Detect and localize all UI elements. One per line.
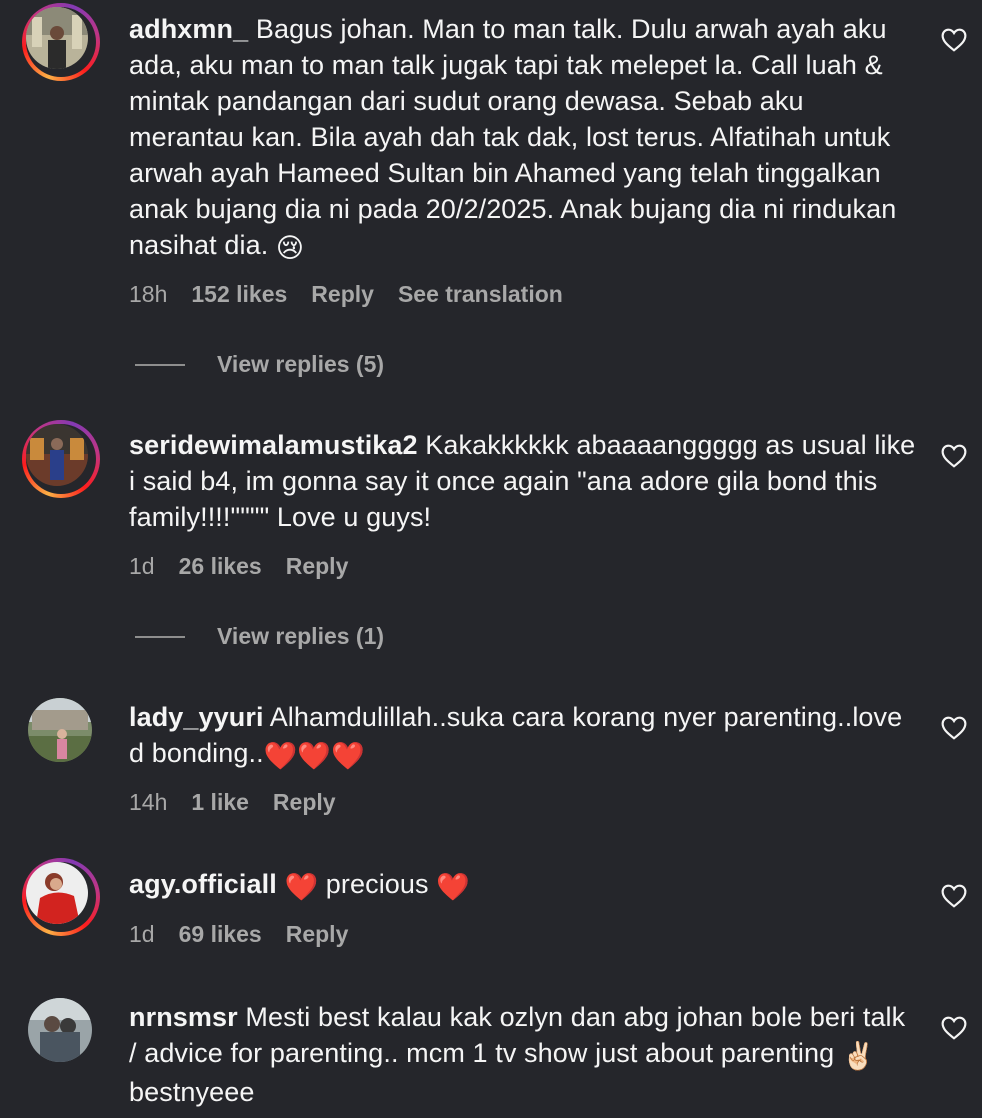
comment-body-end: bestnyeee [129, 1077, 255, 1107]
comment-body: Mesti best kalau kak ozlyn dan abg johan… [129, 1002, 906, 1068]
heart-outline-icon[interactable] [941, 1016, 967, 1040]
heart-outline-icon[interactable] [941, 444, 967, 468]
avatar-story-ring[interactable] [22, 3, 100, 81]
avatar-story-ring[interactable] [22, 420, 100, 498]
comment-body: precious [325, 869, 429, 899]
timestamp[interactable]: 14h [129, 789, 167, 816]
hearts-emoji: ❤️❤️❤️ [263, 741, 365, 771]
comment-meta: 1d 26 likes Reply [129, 553, 348, 580]
likes-count[interactable]: 1 like [191, 789, 249, 816]
heart-outline-icon[interactable] [941, 716, 967, 740]
reply-button[interactable]: Reply [273, 789, 336, 816]
see-translation-button[interactable]: See translation [398, 281, 563, 308]
timestamp[interactable]: 1d [129, 553, 155, 580]
comment-text: nrnsmsr Mesti best kalau kak ozlyn dan a… [129, 999, 919, 1110]
crying-emoji: 😢 [275, 233, 305, 263]
likes-count[interactable]: 26 likes [179, 553, 262, 580]
reply-button[interactable]: Reply [286, 921, 349, 948]
username[interactable]: seridewimalamustika2 [129, 430, 418, 460]
victory-hand-emoji: ✌🏻 [841, 1041, 876, 1071]
avatar [26, 862, 88, 924]
username[interactable]: lady_yyuri [129, 702, 264, 732]
avatar-story-ring[interactable] [22, 858, 100, 936]
username[interactable]: agy.officiall [129, 869, 277, 899]
avatar[interactable] [28, 998, 92, 1062]
comment-text: lady_yyuri Alhamdulillah..suka cara kora… [129, 699, 919, 774]
view-replies-button[interactable]: View replies (1) [135, 623, 384, 650]
comment-meta: 14h 1 like Reply [129, 789, 336, 816]
likes-count[interactable]: 69 likes [179, 921, 262, 948]
view-replies-label: View replies (5) [217, 351, 385, 377]
comment-text: adhxmn_ Bagus johan. Man to man talk. Du… [129, 11, 919, 266]
comment-body: Bagus johan. Man to man talk. Dulu arwah… [129, 14, 897, 260]
timestamp[interactable]: 18h [129, 281, 167, 308]
comment-text: seridewimalamustika2 Kakakkkkkk abaaaang… [129, 427, 919, 535]
username[interactable]: adhxmn_ [129, 14, 248, 44]
avatar [26, 424, 88, 486]
view-replies-label: View replies (1) [217, 623, 385, 649]
likes-count[interactable]: 152 likes [191, 281, 287, 308]
username[interactable]: nrnsmsr [129, 1002, 238, 1032]
avatar [26, 7, 88, 69]
heart-emoji: ❤️ [436, 872, 470, 902]
heart-emoji: ❤️ [284, 872, 319, 902]
reply-button[interactable]: Reply [311, 281, 374, 308]
timestamp[interactable]: 1d [129, 921, 155, 948]
avatar[interactable] [28, 698, 92, 762]
comment-text: agy.officiall ❤️ precious ❤️ [129, 866, 919, 905]
view-replies-button[interactable]: View replies (5) [135, 351, 384, 378]
divider [135, 635, 185, 638]
heart-outline-icon[interactable] [941, 28, 967, 52]
reply-button[interactable]: Reply [286, 553, 349, 580]
comment-meta: 1d 69 likes Reply [129, 921, 348, 948]
heart-outline-icon[interactable] [941, 884, 967, 908]
divider [135, 363, 185, 366]
comment-meta: 18h 152 likes Reply See translation [129, 281, 563, 308]
